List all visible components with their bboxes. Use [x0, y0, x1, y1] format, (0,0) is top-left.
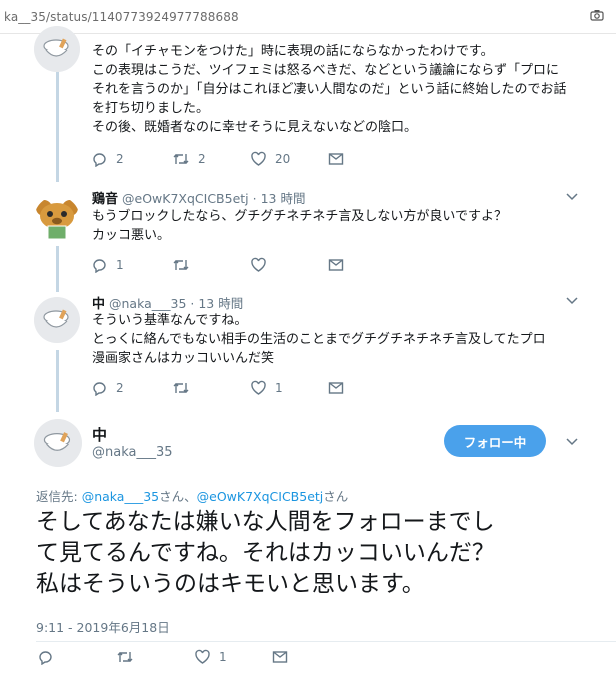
display-name[interactable]: 中	[92, 424, 107, 445]
reply-icon	[93, 259, 106, 273]
tweet-line: そしてあなたは嫌いな人間をフォローまでし	[36, 509, 495, 535]
like-icon	[251, 380, 266, 395]
retweet-icon	[117, 652, 133, 662]
like-icon	[251, 257, 266, 272]
reply-icon	[93, 153, 106, 167]
user-handle[interactable]: @eOwK7XqCICB5etj	[122, 191, 249, 206]
reply-count: 2	[116, 152, 124, 166]
divider	[36, 641, 616, 642]
reply-button[interactable]: 2	[92, 149, 124, 169]
avatar[interactable]	[34, 297, 80, 343]
retweet-button[interactable]	[116, 647, 134, 667]
tweet-time[interactable]: · 13 時間	[190, 296, 243, 311]
like-icon	[195, 649, 210, 664]
tweet-line: て見てるんですね。それはカッコいいんだ？	[36, 540, 495, 566]
reply-separator: さん、	[159, 489, 197, 504]
tweet-line: その後、既婚者なのに幸せそうに見えないなどの陰口。	[92, 120, 418, 135]
tweet-body: その「イチャモンをつけた」時に表現の話にならなかったわけです。 この表現はこうだ…	[92, 42, 567, 137]
user-handle[interactable]: @naka___35	[92, 445, 173, 460]
reply-suffix: さん	[323, 489, 349, 504]
like-icon	[251, 151, 266, 166]
dm-icon	[272, 651, 288, 663]
reply-prefix: 返信先:	[36, 489, 82, 504]
retweet-icon	[173, 383, 189, 393]
like-count: 1	[275, 381, 283, 395]
tweet-line: この表現はこうだ、ツイフェミは怒るべきだ、などという議論にならず「プロに	[92, 63, 559, 78]
dm-icon	[328, 153, 344, 165]
chevron-down-icon[interactable]	[566, 438, 578, 446]
retweet-icon	[173, 154, 189, 164]
like-button[interactable]	[250, 255, 267, 275]
retweet-button[interactable]	[172, 378, 190, 398]
dm-icon	[328, 382, 344, 394]
avatar-illustration	[34, 297, 80, 343]
display-name[interactable]: 中	[92, 297, 105, 312]
tweet-body: もうブロックしたなら、グチグチネチネチ言及しない方が良いですよ？ カッコ悪い。	[92, 207, 507, 245]
focused-tweet-body: そしてあなたは嫌いな人間をフォローまでし て見てるんですね。それはカッコいいんだ…	[36, 507, 495, 600]
tweet-line: そういう基準なんですね。	[92, 313, 248, 328]
retweet-count: 2	[198, 152, 206, 166]
tweet-line: 私はそういうのはキモいと思います。	[36, 571, 425, 597]
tweet-line: それを言うのか」「自分はこれほど凄い人間なのだ」という話に終始したのでお話	[92, 82, 567, 97]
avatar-illustration	[34, 26, 80, 72]
avatar-illustration	[36, 200, 78, 240]
reply-user-link[interactable]: @naka___35	[82, 489, 159, 504]
tweet-header: 中 @naka___35 · 13 時間	[92, 293, 243, 312]
retweet-button[interactable]: 2	[172, 149, 206, 169]
tweet-time[interactable]: · 13 時間	[253, 191, 306, 206]
avatar[interactable]	[34, 26, 80, 72]
reply-button[interactable]: 2	[92, 378, 124, 398]
tweet-line: を打ち切りました。	[92, 101, 210, 116]
chevron-down-icon[interactable]	[566, 297, 578, 305]
reply-icon	[93, 382, 106, 396]
reply-button[interactable]: 1	[92, 255, 124, 275]
reply-user-link[interactable]: @eOwK7XqCICB5etj	[197, 489, 324, 504]
dm-button[interactable]	[328, 378, 344, 398]
like-button[interactable]: 20	[250, 149, 290, 169]
tweet-line: 漫画家さんはカッコいいんだ笑	[92, 351, 275, 366]
thread-line	[56, 60, 59, 182]
like-button[interactable]: 1	[250, 378, 283, 398]
tweet-actions: 1	[92, 255, 392, 275]
dm-icon	[328, 259, 344, 271]
retweet-icon	[173, 260, 189, 270]
user-handle[interactable]: @naka___35	[109, 296, 186, 311]
avatar[interactable]	[34, 419, 82, 467]
thread-line	[56, 246, 59, 292]
thread-line	[56, 350, 59, 412]
following-button[interactable]: フォロー中	[444, 425, 546, 457]
avatar-illustration	[34, 419, 82, 467]
tweet-line: その「イチャモンをつけた」時に表現の話にならなかったわけです。	[92, 44, 494, 59]
address-url[interactable]: ka__35/status/1140773924977788688	[4, 10, 239, 24]
chevron-down-icon[interactable]	[566, 193, 578, 201]
retweet-button[interactable]	[172, 255, 190, 275]
reply-icon	[39, 651, 52, 665]
dm-button[interactable]	[328, 149, 344, 169]
dm-button[interactable]	[328, 255, 344, 275]
like-button[interactable]: 1	[194, 647, 227, 667]
reply-count: 2	[116, 381, 124, 395]
dm-button[interactable]	[272, 647, 288, 667]
tweet-actions: 2 2 20	[92, 149, 392, 169]
tweet-line: もうブロックしたなら、グチグチネチネチ言及しない方が良いですよ？	[92, 209, 507, 224]
tweet-line: とっくに絡んでもない相手の生活のことまでグチグチネチネチ言及してたプロ	[92, 332, 546, 347]
tweet-timestamp[interactable]: 9:11 - 2019年6月18日	[36, 617, 170, 636]
replying-to: 返信先: @naka___35さん、@eOwK7XqCICB5etjさん	[36, 486, 348, 505]
tweet-actions: 1	[38, 647, 338, 667]
like-count: 1	[219, 650, 227, 664]
reply-count: 1	[116, 258, 124, 272]
like-count: 20	[275, 152, 291, 166]
tweet-header: 鶏音 @eOwK7XqCICB5etj · 13 時間	[92, 188, 305, 207]
reply-button[interactable]	[38, 647, 54, 667]
avatar[interactable]	[34, 196, 80, 242]
display-name[interactable]: 鶏音	[92, 192, 118, 207]
camera-icon[interactable]	[590, 9, 604, 21]
tweet-body: そういう基準なんですね。 とっくに絡んでもない相手の生活のことまでグチグチネチネ…	[92, 311, 546, 368]
browser-address-bar[interactable]: ka__35/status/1140773924977788688	[0, 0, 616, 34]
tweet-line: カッコ悪い。	[92, 228, 171, 243]
tweet-actions: 2 1	[92, 378, 392, 398]
